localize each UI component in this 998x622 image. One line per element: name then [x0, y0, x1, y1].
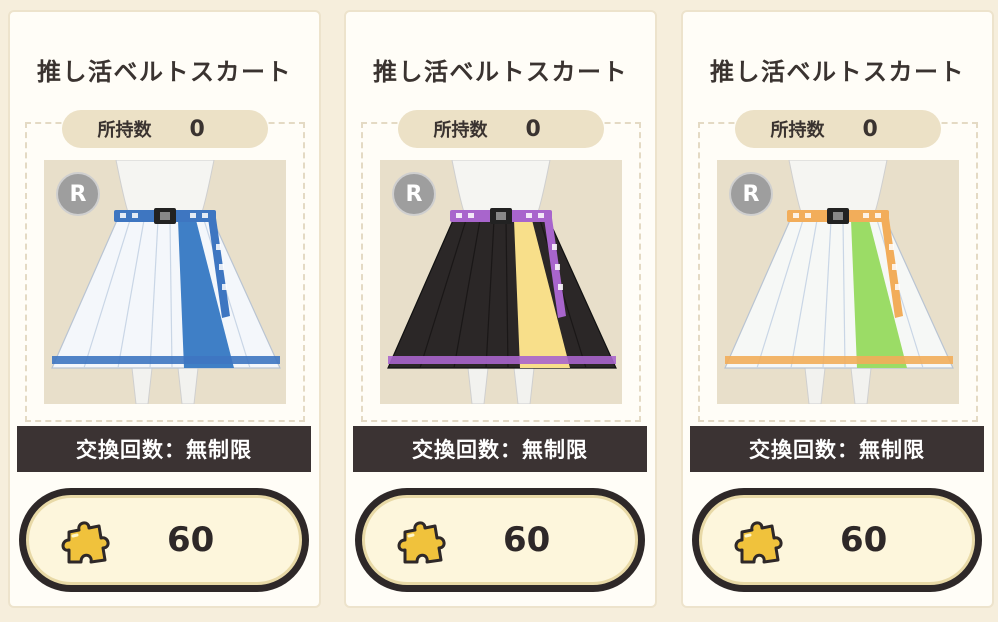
owned-count-pill: 所持数 0	[61, 110, 268, 148]
owned-count-pill: 所持数 0	[734, 110, 941, 148]
owned-label: 所持数	[770, 120, 825, 141]
owned-label: 所持数	[433, 120, 488, 141]
exchange-price-button[interactable]: 60	[355, 488, 645, 592]
price-value: 60	[503, 520, 551, 560]
owned-count: 0	[862, 116, 878, 142]
shop-item-card[interactable]: 推し活ベルトスカート 所持数 0 R 交換回数：無制限 60	[344, 10, 657, 608]
exchange-limit-label: 交換回数：無制限	[17, 426, 311, 472]
puzzle-piece-icon	[61, 521, 110, 564]
owned-count: 0	[189, 116, 205, 142]
shop-item-card[interactable]: 推し活ベルトスカート 所持数 0 R 交換回数：無制限 60	[8, 10, 321, 608]
exchange-price-button[interactable]: 60	[692, 488, 982, 592]
item-title: 推し活ベルトスカート	[37, 58, 292, 86]
owned-count-pill: 所持数 0	[397, 110, 604, 148]
item-preview-image: R	[717, 160, 959, 404]
shop-item-card[interactable]: 推し活ベルトスカート 所持数 0 R 交換回数：無制限 60	[681, 10, 994, 608]
rarity-badge: R	[729, 172, 773, 216]
item-title: 推し活ベルトスカート	[710, 58, 965, 86]
price-value: 60	[840, 520, 888, 560]
puzzle-piece-icon	[734, 521, 783, 564]
item-title: 推し活ベルトスカート	[373, 58, 628, 86]
owned-label: 所持数	[97, 120, 152, 141]
price-value: 60	[167, 520, 215, 560]
puzzle-piece-icon	[397, 521, 446, 564]
owned-count: 0	[525, 116, 541, 142]
item-preview-image: R	[44, 160, 286, 404]
exchange-price-button[interactable]: 60	[19, 488, 309, 592]
exchange-limit-label: 交換回数：無制限	[690, 426, 984, 472]
exchange-limit-label: 交換回数：無制限	[353, 426, 647, 472]
rarity-badge: R	[56, 172, 100, 216]
rarity-badge: R	[392, 172, 436, 216]
item-preview-image: R	[380, 160, 622, 404]
